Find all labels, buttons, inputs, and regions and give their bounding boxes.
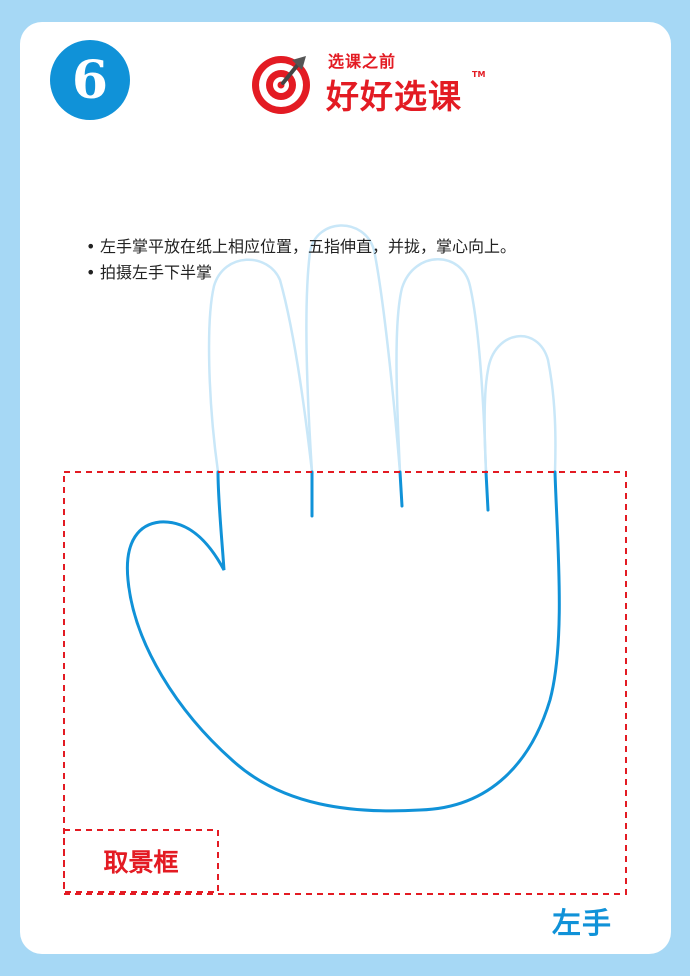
hand-side-label: 左手 — [552, 906, 613, 940]
palm-outline — [125, 470, 561, 813]
instruction-item: 左手掌平放在纸上相应位置，五指伸直，并拢，掌心向上。 — [86, 234, 516, 260]
instruction-list: 左手掌平放在纸上相应位置，五指伸直，并拢，掌心向上。 拍摄左手下半掌 — [86, 234, 516, 286]
instruction-item: 拍摄左手下半掌 — [86, 260, 516, 286]
frame-label: 取景框 — [103, 848, 179, 877]
